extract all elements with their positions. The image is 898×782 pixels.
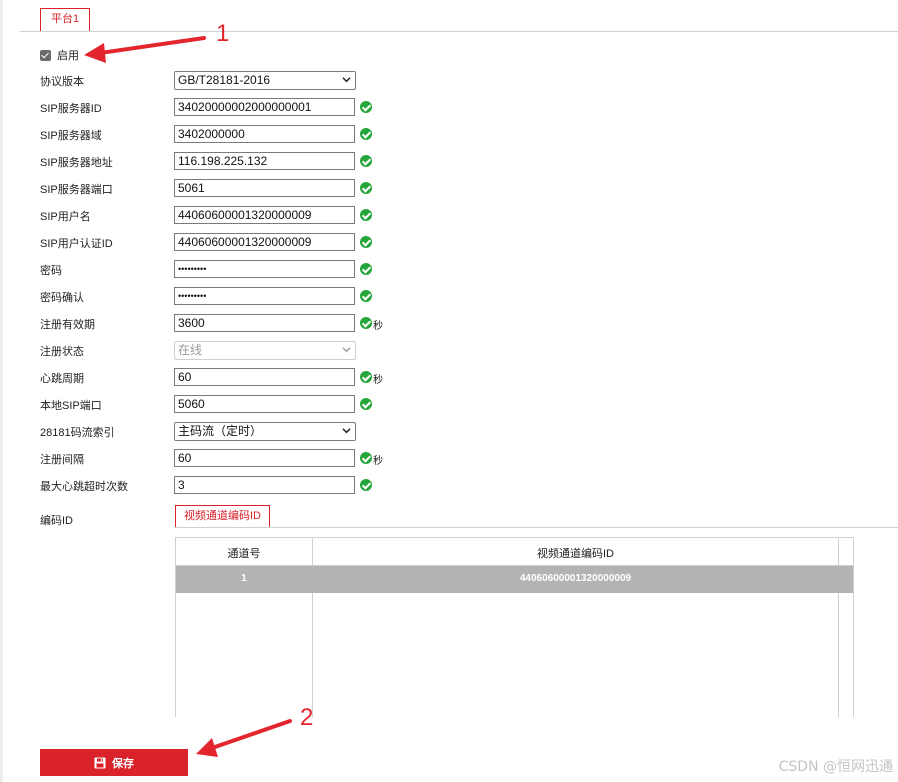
register-expiry-label: 注册有效期 [40,319,95,331]
valid-check-icon [360,263,372,275]
encode-id-table: 通道号 视频通道编码ID 1 44060600001320000009 [175,537,854,718]
tab-platform-1[interactable]: 平台1 [40,8,91,31]
valid-check-icon [360,236,372,248]
password-confirm-input[interactable]: ••••••••• [174,287,355,305]
valid-check-icon [360,452,372,464]
annotation-number-1: 1 [216,20,230,47]
annotation-number-2: 2 [300,704,314,731]
sip-server-port-label: SIP服务器端口 [40,184,113,196]
valid-check-icon [360,317,372,329]
local-sip-port-input[interactable]: 5060 [174,395,355,413]
local-sip-port-label: 本地SIP端口 [40,400,102,412]
stream-index-label: 28181码流索引 [40,427,115,439]
valid-check-icon [360,155,372,167]
encode-tab-underline [175,527,898,528]
arrow-2-icon [196,719,292,757]
sip-server-id-input[interactable]: 34020000002000000001 [174,98,355,116]
chevron-down-icon [342,428,351,434]
enable-label: 启用 [57,50,79,62]
max-heartbeat-timeout-label: 最大心跳超时次数 [40,481,128,493]
sip-server-port-input[interactable]: 5061 [174,179,355,197]
valid-check-icon [360,290,372,302]
valid-check-icon [360,479,372,491]
valid-check-icon [360,398,372,410]
watermark: CSDN @恒网迅通 [778,759,893,775]
unit-seconds: 秒 [373,456,383,467]
chevron-down-icon [342,347,351,353]
unit-seconds: 秒 [373,375,383,386]
register-status-select: 在线 [174,341,356,360]
password-confirm-label: 密码确认 [40,292,84,304]
floppy-disk-icon [94,757,106,768]
register-status-label: 注册状态 [40,346,84,358]
register-interval-label: 注册间隔 [40,454,84,466]
valid-check-icon [360,128,372,140]
arrow-1-icon [84,36,206,63]
max-heartbeat-timeout-input[interactable]: 3 [174,476,355,494]
valid-check-icon [360,209,372,221]
valid-check-icon [360,101,372,113]
column-header-encode-id[interactable]: 视频通道编码ID [313,545,838,561]
password-input[interactable]: ••••••••• [174,260,355,278]
chevron-down-icon [342,77,351,83]
register-interval-input[interactable]: 60 [174,449,355,467]
register-expiry-input[interactable]: 3600 [174,314,355,332]
enable-checkbox-row[interactable]: 启用 [40,47,79,63]
tab-video-channel-encode-id[interactable]: 视频通道编码ID [175,505,270,528]
sip-username-input[interactable]: 44060600001320000009 [174,206,355,224]
column-header-channel[interactable]: 通道号 [176,545,312,561]
save-button[interactable]: 保存 [40,749,188,776]
valid-check-icon [360,182,372,194]
sip-server-address-label: SIP服务器地址 [40,157,113,169]
cell-channel: 1 [241,573,247,584]
heartbeat-period-label: 心跳周期 [40,373,84,385]
sip-server-domain-label: SIP服务器域 [40,130,102,142]
unit-seconds: 秒 [373,321,383,332]
left-edge-strip [0,0,3,782]
sip-auth-id-label: SIP用户认证ID [40,238,113,250]
table-row[interactable]: 1 44060600001320000009 [176,566,853,593]
encode-id-label: 编码ID [40,515,73,527]
sip-username-label: SIP用户名 [40,211,91,223]
heartbeat-period-input[interactable]: 60 [174,368,355,386]
protocol-version-select[interactable]: GB/T28181-2016 [174,71,356,90]
sip-server-id-label: SIP服务器ID [40,103,102,115]
password-label: 密码 [40,265,62,277]
sip-server-domain-input[interactable]: 3402000000 [174,125,355,143]
stream-index-select[interactable]: 主码流（定时） [174,422,356,441]
enable-checkbox[interactable] [40,49,51,61]
protocol-version-label: 协议版本 [40,76,84,88]
cell-encode-id: 44060600001320000009 [519,573,632,584]
sip-auth-id-input[interactable]: 44060600001320000009 [174,233,355,251]
sip-server-address-input[interactable]: 116.198.225.132 [174,152,355,170]
save-button-label: 保存 [112,757,134,770]
valid-check-icon [360,371,372,383]
tab-underline [20,31,898,32]
